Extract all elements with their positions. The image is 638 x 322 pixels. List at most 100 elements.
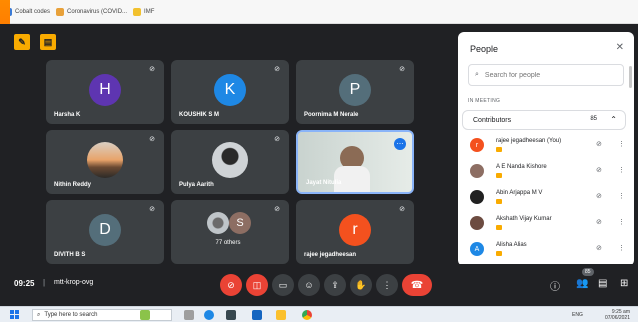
avatar (470, 164, 484, 178)
participant-name: DIVITH B S (54, 252, 86, 258)
person-row[interactable]: Akshath Vijay Kumar ⊘ ⋮ (468, 212, 626, 238)
avatar: D (89, 214, 121, 246)
more-vert-icon[interactable]: ⋮ (618, 218, 625, 226)
person-name: rajee jegadheesan (You) (496, 138, 562, 144)
muted-mic-icon[interactable]: ⊘ (596, 244, 602, 252)
muted-mic-icon: ⊘ (399, 66, 405, 73)
avatar: K (214, 74, 246, 106)
muted-mic-icon: ⊘ (149, 206, 155, 213)
video-person-body (334, 166, 370, 192)
people-search-input[interactable] (484, 71, 605, 79)
leave-call-button[interactable]: ☎ (402, 274, 432, 296)
muted-mic-icon[interactable]: ⊘ (596, 140, 602, 148)
person-row[interactable]: Abin Arjappa M V ⊘ ⋮ (468, 186, 626, 212)
muted-mic-icon[interactable]: ⊘ (596, 192, 602, 200)
muted-mic-icon[interactable]: ⊘ (596, 166, 602, 174)
person-name: Alisha Alias (496, 242, 527, 248)
people-icon[interactable]: 👥 (576, 278, 588, 289)
bookmark-favicon-icon (133, 7, 142, 16)
bookmark-item[interactable]: Cobalt codes (4, 7, 51, 16)
person-row[interactable]: r rajee jegadheesan (You) ⊘ ⋮ (468, 134, 626, 160)
people-search[interactable]: ⌕ (468, 64, 624, 86)
participant-tile[interactable]: ⊘ K KOUSHIK S M (171, 60, 289, 124)
chat-icon[interactable]: ▤ (598, 278, 607, 289)
person-name: A E Nanda Kishore (496, 164, 547, 170)
taskbar-search[interactable]: ⌕ Type here to search (32, 309, 172, 321)
edge-icon[interactable] (204, 310, 214, 320)
taskbar-search-placeholder: Type here to search (44, 312, 98, 318)
screen: Cobalt codes Coronavirus (COVID... IMF ✎… (0, 0, 638, 322)
camera-off-button[interactable]: ◫ (246, 274, 268, 296)
meeting-time: 09:25 (14, 279, 35, 288)
avatar (207, 212, 229, 234)
more-vert-icon[interactable]: ⋮ (618, 192, 625, 200)
participant-tile[interactable]: ⊘ P Poornima M Nerale (296, 60, 414, 124)
others-tile[interactable]: ⊘ S 77 others (171, 200, 289, 264)
avatar: H (89, 74, 121, 106)
more-vert-icon[interactable]: ⋮ (618, 166, 625, 174)
system-clock[interactable]: 9:25 am 07/06/2021 (605, 309, 630, 321)
raise-hand-button[interactable]: ✋ (350, 274, 372, 296)
participant-name: Poornima M Nerale (304, 112, 359, 118)
participant-tile[interactable]: ⊘ H Harsha K (46, 60, 164, 124)
more-options-button[interactable]: ⋮ (376, 274, 398, 296)
participant-name: Jayat Nitulia (306, 180, 342, 186)
chevron-up-icon[interactable]: ⌃ (610, 115, 617, 124)
language-indicator[interactable]: ENG (572, 312, 583, 318)
store-icon[interactable] (226, 310, 236, 320)
bookmark-favicon-icon (56, 7, 65, 16)
bookmark-item[interactable]: IMF (133, 7, 155, 16)
host-tag-icon (496, 225, 502, 230)
close-icon[interactable]: ✕ (616, 42, 624, 53)
section-label: IN MEETING (468, 98, 501, 104)
file-explorer-icon[interactable] (276, 310, 286, 320)
notes-icon[interactable]: ✎ (14, 34, 30, 50)
avatar (470, 190, 484, 204)
captions-button[interactable]: ▭ (272, 274, 294, 296)
bookmark-label: IMF (144, 8, 155, 15)
group-label: Contributors (473, 116, 512, 124)
muted-mic-icon: ⊘ (149, 66, 155, 73)
muted-mic-icon: ⊘ (274, 136, 280, 143)
participant-tile[interactable]: ⊘ Nithin Reddy (46, 130, 164, 194)
avatar: r (339, 214, 371, 246)
mic-off-button[interactable]: ⊘ (220, 274, 242, 296)
chrome-icon[interactable] (302, 310, 312, 320)
more-options-icon[interactable]: ⋯ (394, 138, 406, 150)
participant-tile[interactable]: ⊘ r rajee jegadheesan (296, 200, 414, 264)
panel-title: People (470, 44, 499, 54)
meeting-code: mtt-krop-ovg (54, 279, 94, 286)
widgets-icon[interactable] (140, 310, 150, 320)
mail-icon[interactable] (252, 310, 262, 320)
avatar (470, 216, 484, 230)
avatar: P (339, 74, 371, 106)
host-tag-icon (496, 173, 502, 178)
emoji-button[interactable]: ☺ (298, 274, 320, 296)
host-tag-icon (496, 147, 502, 152)
group-count: 85 (590, 116, 597, 122)
host-tag-icon (496, 251, 502, 256)
info-icon[interactable]: ⓘ (550, 278, 560, 293)
bookmark-item[interactable]: Coronavirus (COVID... (56, 7, 127, 16)
panel-scrollbar[interactable] (629, 66, 632, 88)
participant-tile-video[interactable]: ⋯ Jayat Nitulia (296, 130, 414, 194)
person-row[interactable]: A Alisha Alias ⊘ ⋮ (468, 238, 626, 264)
separator: | (43, 278, 46, 287)
muted-mic-icon[interactable]: ⊘ (596, 218, 602, 226)
present-button[interactable]: ⇪ (324, 274, 346, 296)
participant-tile[interactable]: ⊘ Pulya Aarith (171, 130, 289, 194)
more-vert-icon[interactable]: ⋮ (618, 244, 625, 252)
task-view-icon[interactable] (184, 310, 194, 320)
participant-tile[interactable]: ⊘ D DIVITH B S (46, 200, 164, 264)
participants-count-badge: 85 (582, 268, 594, 276)
whiteboard-icon[interactable]: ▤ (40, 34, 56, 50)
activities-icon[interactable]: ⊞ (620, 278, 628, 289)
taskbar: ⌕ Type here to search ENG 9:25 am 07/06/… (0, 306, 638, 322)
contributors-group[interactable]: Contributors 85 ⌃ (462, 110, 626, 130)
windows-start-icon[interactable] (10, 310, 19, 319)
more-vert-icon[interactable]: ⋮ (618, 140, 625, 148)
avatar: A (470, 242, 484, 256)
bookmark-label: Cobalt codes (15, 8, 51, 15)
muted-mic-icon: ⊘ (149, 136, 155, 143)
person-row[interactable]: A E Nanda Kishore ⊘ ⋮ (468, 160, 626, 186)
